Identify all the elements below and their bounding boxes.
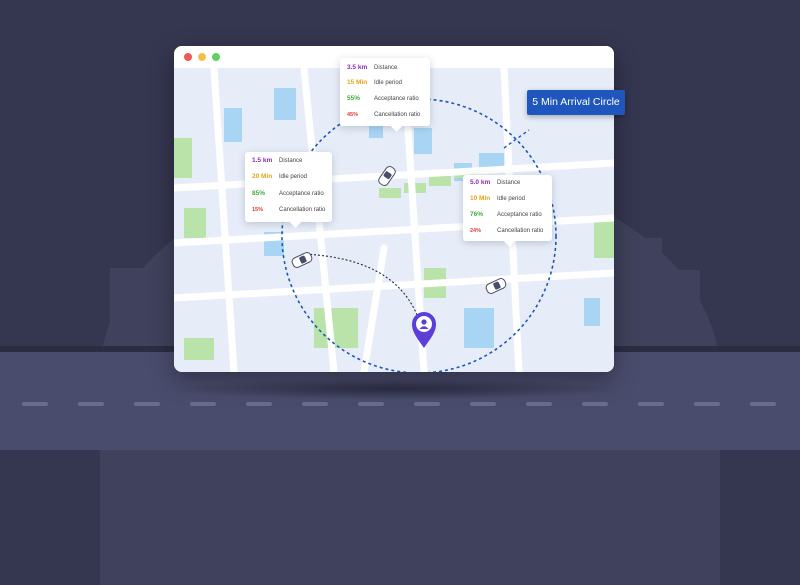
driver-metrics-card-right[interactable]: 5.0 km Distance 10 Min Idle period 76% Acce… (463, 175, 552, 247)
acceptance-ratio-row: 76% Acceptance ratio (463, 208, 552, 222)
acceptance-ratio-value: 76% (470, 211, 484, 218)
background-building (612, 238, 662, 350)
water-block (414, 128, 432, 154)
lane-dash (134, 402, 160, 406)
water-block (224, 108, 242, 142)
lane-dash (358, 402, 384, 406)
user-location-pin-icon[interactable] (412, 312, 436, 348)
arrival-circle-badge[interactable]: 5 Min Arrival Circle (527, 90, 625, 115)
distance-label: Distance (374, 65, 398, 71)
park-block (184, 338, 214, 360)
acceptance-ratio-label: Acceptance ratio (374, 96, 419, 102)
lane-dash (246, 402, 272, 406)
lane-dash (638, 402, 664, 406)
lane-dash (22, 402, 48, 406)
park-block (429, 176, 451, 186)
cancellation-ratio-label: Cancellation ratio (497, 228, 544, 234)
idle-period-value: 20 Min (252, 173, 273, 180)
road (174, 269, 614, 302)
window-shadow (170, 378, 620, 400)
idle-period-label: Idle period (279, 174, 308, 180)
park-block (184, 208, 206, 238)
park-block (594, 218, 614, 258)
acceptance-ratio-label: Acceptance ratio (279, 191, 324, 197)
cancellation-ratio-label: Cancellation ratio (279, 207, 326, 213)
cancellation-ratio-label: Cancellation ratio (374, 112, 421, 118)
lane-dash (190, 402, 216, 406)
background-building (660, 270, 700, 350)
lane-dash (750, 402, 776, 406)
idle-period-value: 10 Min (470, 195, 491, 202)
distance-row: 1.5 km Distance (245, 154, 332, 168)
park-block (379, 188, 401, 198)
water-block (274, 88, 296, 120)
idle-period-row: 20 Min Idle period (245, 170, 332, 184)
cancellation-ratio-row: 24% Cancellation ratio (463, 224, 552, 238)
distance-label: Distance (497, 180, 521, 186)
park-block (314, 308, 358, 348)
water-block (464, 308, 494, 348)
driver-metrics-card-top[interactable]: 3.5 km Distance 15 Min Idle period 55% Acce… (340, 58, 430, 132)
distance-label: Distance (279, 158, 303, 164)
lane-dash (302, 402, 328, 406)
acceptance-ratio-row: 55% Acceptance ratio (340, 92, 430, 106)
lane-dash (470, 402, 496, 406)
close-window-dot[interactable] (184, 53, 192, 61)
distance-value: 5.0 km (470, 179, 491, 186)
cancellation-ratio-row: 15% Cancellation ratio (245, 203, 332, 217)
distance-row: 5.0 km Distance (463, 176, 552, 190)
road (360, 244, 388, 372)
acceptance-ratio-value: 85% (252, 190, 266, 197)
cancellation-ratio-value: 15% (252, 207, 264, 213)
acceptance-ratio-row: 85% Acceptance ratio (245, 187, 332, 201)
idle-period-row: 15 Min Idle period (340, 76, 430, 90)
idle-period-value: 15 Min (347, 79, 368, 86)
acceptance-ratio-value: 55% (347, 95, 361, 102)
distance-row: 3.5 km Distance (340, 61, 430, 75)
acceptance-ratio-label: Acceptance ratio (497, 212, 542, 218)
lane-dash (694, 402, 720, 406)
park-block (174, 138, 192, 178)
water-block (584, 298, 600, 326)
lane-dash (526, 402, 552, 406)
idle-period-row: 10 Min Idle period (463, 192, 552, 206)
background-building (110, 268, 180, 350)
lane-dash (78, 402, 104, 406)
maximize-window-dot[interactable] (212, 53, 220, 61)
cancellation-ratio-value: 45% (347, 112, 359, 118)
idle-period-label: Idle period (374, 80, 403, 86)
lane-dash (414, 402, 440, 406)
idle-period-label: Idle period (497, 196, 526, 202)
car-icon[interactable] (291, 251, 313, 269)
cancellation-ratio-row: 45% Cancellation ratio (340, 108, 430, 122)
cancellation-ratio-value: 24% (470, 228, 482, 234)
distance-value: 1.5 km (252, 157, 273, 164)
minimize-window-dot[interactable] (198, 53, 206, 61)
driver-metrics-card-left[interactable]: 1.5 km Distance 20 Min Idle period 85% Acce… (245, 152, 332, 228)
distance-value: 3.5 km (347, 64, 368, 71)
lane-dash (582, 402, 608, 406)
